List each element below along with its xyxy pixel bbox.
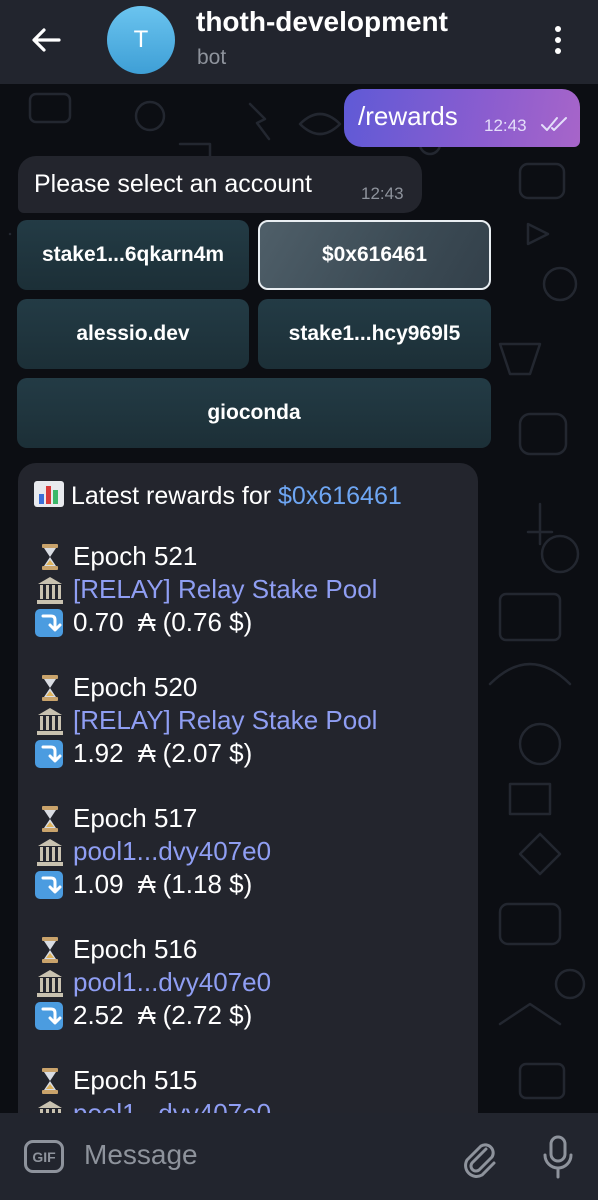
rewards-header: Latest rewards for $0x616461	[33, 480, 402, 511]
rewards-account-link[interactable]: $0x616461	[278, 482, 402, 510]
arrow-left-icon	[32, 28, 61, 52]
chat-subtitle: bot	[197, 46, 227, 69]
reward-usd: (1.18 $)	[162, 869, 253, 899]
reward-usd: (0.76 $)	[162, 607, 253, 637]
arrow-down-right-icon	[33, 870, 67, 900]
reward-amount: 0.70	[73, 607, 124, 637]
arrow-down-right-icon	[33, 608, 67, 638]
incoming-message-time: 12:43	[361, 184, 404, 203]
stake-pool-link[interactable]: pool1...dvy407e0	[73, 967, 271, 998]
hourglass-icon	[33, 1066, 67, 1096]
keyboard-button-account[interactable]: alessio.dev	[17, 299, 249, 369]
stake-pool-link[interactable]: [RELAY] Relay Stake Pool	[73, 574, 377, 605]
microphone-icon[interactable]	[536, 1133, 580, 1181]
currency-symbol: ₳	[138, 1000, 156, 1030]
hourglass-icon	[33, 935, 67, 965]
message-input[interactable]	[84, 1135, 384, 1175]
avatar-letter: T	[133, 26, 149, 53]
epoch-label: Epoch 521	[73, 541, 198, 571]
reward-entry: Epoch 521 [RELAY] Relay Stake Pool 0.70 …	[33, 540, 377, 639]
reward-entry: Epoch 517 pool1...dvy407e0 1.09 ₳ (1.18 …	[33, 802, 271, 901]
bar-chart-icon	[34, 481, 64, 507]
arrow-down-right-icon	[33, 739, 67, 769]
chat-area[interactable]: /rewards 12:43 Please select an account …	[0, 84, 598, 1113]
avatar[interactable]: T	[107, 6, 175, 74]
reward-usd: (2.07 $)	[162, 738, 253, 768]
outgoing-message-time: 12:43	[484, 116, 527, 135]
chat-title[interactable]: thoth-development	[196, 6, 448, 38]
hourglass-icon	[33, 804, 67, 834]
chat-header: T thoth-development bot	[0, 0, 598, 84]
bank-icon	[33, 968, 67, 998]
reward-entry: Epoch 520 [RELAY] Relay Stake Pool 1.92 …	[33, 671, 377, 770]
stake-pool-link[interactable]: pool1...dvy407e0	[73, 836, 271, 867]
keyboard-button-account-selected[interactable]: $0x616461	[258, 220, 491, 290]
rewards-message[interactable]: Latest rewards for $0x616461 Epoch 521 […	[18, 463, 478, 1113]
hourglass-icon	[33, 673, 67, 703]
reward-entry: Epoch 515 pool1...dvy407e0	[33, 1064, 271, 1113]
reward-amount: 1.92	[73, 738, 124, 768]
double-check-icon	[541, 117, 567, 131]
gif-button[interactable]: GIF	[24, 1140, 64, 1173]
keyboard-button-account[interactable]: stake1...hcy969l5	[258, 299, 491, 369]
epoch-label: Epoch 515	[73, 1065, 198, 1095]
message-composer: GIF	[0, 1113, 598, 1200]
currency-symbol: ₳	[138, 869, 156, 899]
reward-amount: 2.52	[73, 1000, 124, 1030]
incoming-message[interactable]: Please select an account 12:43	[18, 156, 422, 213]
epoch-label: Epoch 520	[73, 672, 198, 702]
stake-pool-link[interactable]: [RELAY] Relay Stake Pool	[73, 705, 377, 736]
reward-usd: (2.72 $)	[162, 1000, 253, 1030]
paperclip-icon[interactable]	[456, 1135, 500, 1179]
bank-icon	[33, 706, 67, 736]
incoming-message-text: Please select an account	[34, 170, 312, 198]
kebab-menu-icon[interactable]	[540, 20, 576, 60]
bank-icon	[33, 575, 67, 605]
arrow-down-right-icon	[33, 1001, 67, 1031]
keyboard-button-account[interactable]: stake1...6qkarn4m	[17, 220, 249, 290]
outgoing-message-text: /rewards	[358, 101, 458, 131]
currency-symbol: ₳	[138, 738, 156, 768]
currency-symbol: ₳	[138, 607, 156, 637]
reward-amount: 1.09	[73, 869, 124, 899]
hourglass-icon	[33, 542, 67, 572]
rewards-header-prefix: Latest rewards for	[71, 482, 279, 510]
outgoing-message[interactable]: /rewards 12:43	[344, 89, 580, 147]
bank-icon	[33, 837, 67, 867]
epoch-label: Epoch 517	[73, 803, 198, 833]
keyboard-button-account[interactable]: gioconda	[17, 378, 491, 448]
reward-entry: Epoch 516 pool1...dvy407e0 2.52 ₳ (2.72 …	[33, 933, 271, 1032]
stake-pool-link[interactable]: pool1...dvy407e0	[73, 1098, 271, 1113]
epoch-label: Epoch 516	[73, 934, 198, 964]
bank-icon	[33, 1099, 67, 1113]
back-button[interactable]	[24, 22, 68, 58]
